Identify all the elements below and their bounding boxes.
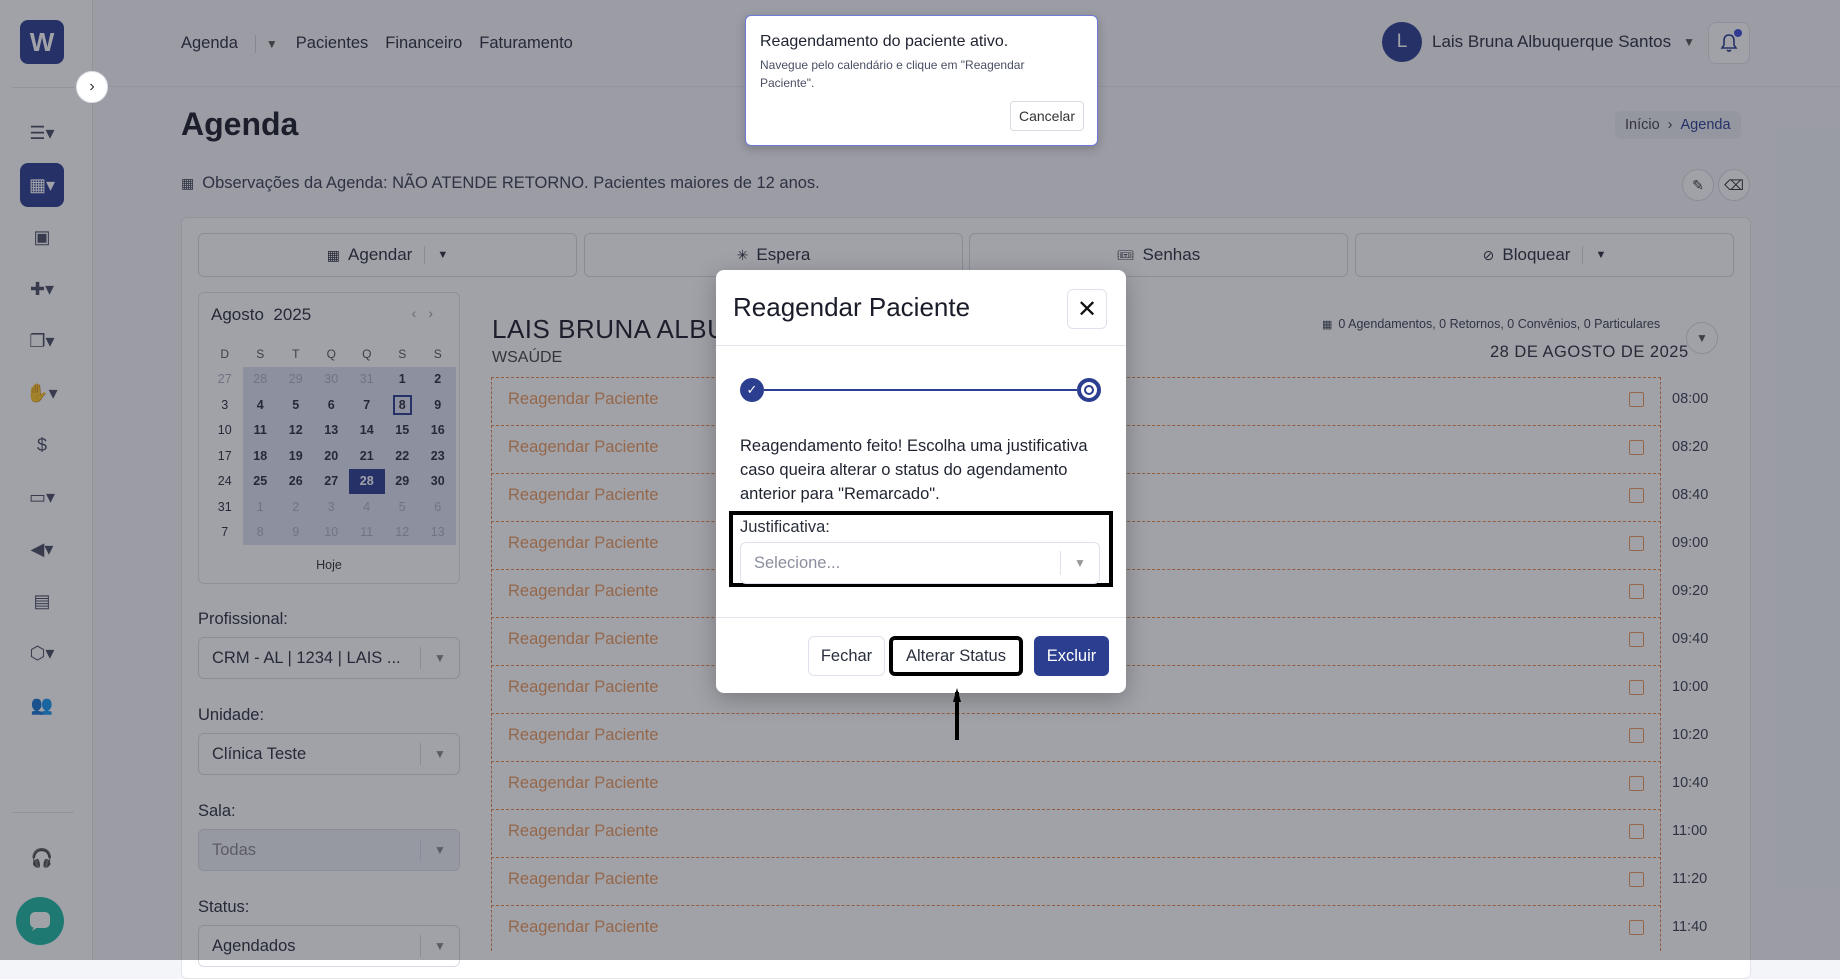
stepper-line: [764, 389, 1077, 391]
fechar-button[interactable]: Fechar: [808, 636, 885, 676]
step-complete: ✓: [740, 378, 764, 402]
reschedule-modal: Reagendar Paciente ✕ ✓ Reagendamento fei…: [716, 270, 1126, 693]
alterar-status-button[interactable]: Alterar Status: [889, 636, 1023, 676]
excluir-button[interactable]: Excluir: [1034, 636, 1109, 676]
annotation-arrow-icon: [953, 688, 961, 740]
modal-close-button[interactable]: ✕: [1067, 289, 1107, 329]
close-icon: ✕: [1076, 295, 1098, 323]
justificativa-label: Justificativa:: [740, 518, 830, 536]
agenda-page: W ☰▾ ▦▾ ▣ ✚▾ ❐▾ ✋▾ $ ▭▾ ◀▾ ▤ ⬡▾ 👥 🎧 › Ag…: [0, 0, 1840, 979]
modal-divider: [716, 345, 1126, 346]
toast-title: Reagendamento do paciente ativo.: [760, 33, 1009, 50]
step-current: [1077, 378, 1101, 402]
chevron-right-icon: ›: [89, 78, 95, 95]
modal-divider: [716, 617, 1126, 618]
modal-title: Reagendar Paciente: [733, 292, 971, 322]
check-icon: ✓: [746, 382, 758, 397]
toast-cancel-button[interactable]: Cancelar: [1009, 101, 1084, 131]
chevron-down-icon: ▼: [1074, 556, 1086, 570]
reschedule-toast: Reagendamento do paciente ativo. Navegue…: [745, 15, 1098, 146]
modal-message: Reagendamento feito! Escolha uma justifi…: [740, 437, 1088, 503]
sidebar-toggle-button[interactable]: ›: [76, 71, 108, 103]
justificativa-placeholder: Selecione...: [754, 553, 841, 572]
justificativa-select[interactable]: Selecione... ▼: [740, 542, 1100, 584]
toast-body: Navegue pelo calendário e clique em "Rea…: [760, 58, 1025, 90]
